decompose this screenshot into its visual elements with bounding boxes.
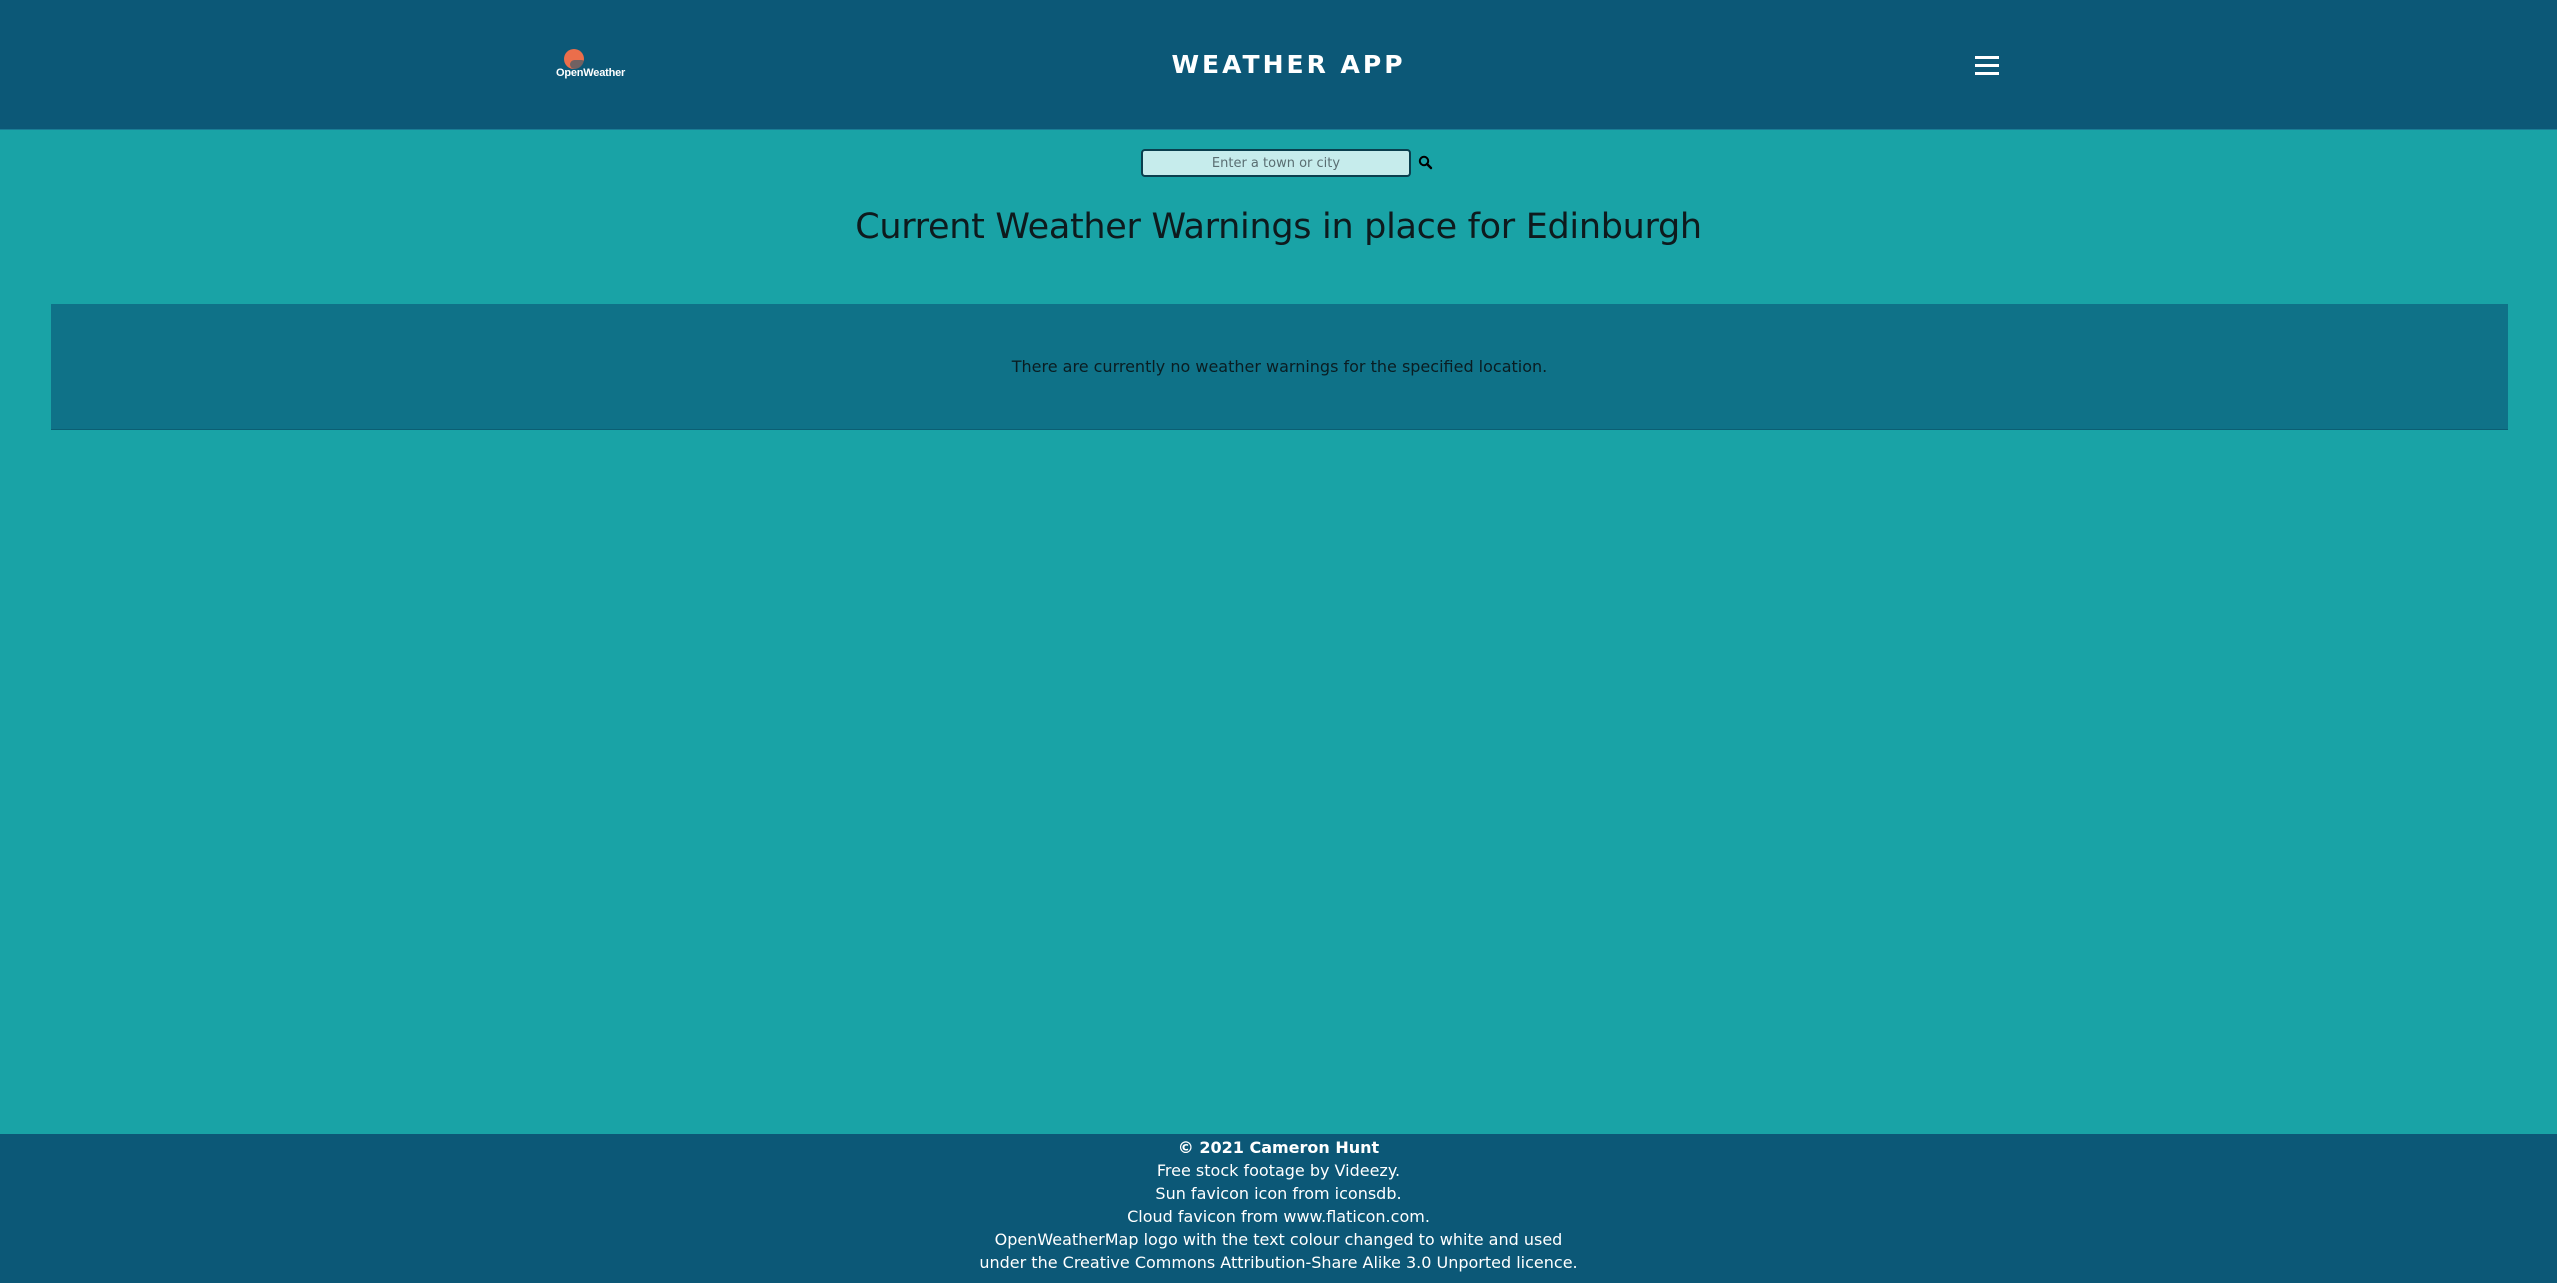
credit-videezy: Free stock footage by Videezy.: [1156, 1161, 1401, 1180]
openweather-logo[interactable]: OpenWeather: [556, 46, 632, 82]
search-form: [1141, 149, 1433, 177]
page-title: Current Weather Warnings in place for Ed…: [855, 207, 1702, 247]
hamburger-menu-icon[interactable]: [1973, 54, 2003, 78]
site-footer: © 2021 Cameron Hunt Free stock footage b…: [0, 1134, 2557, 1283]
credit-licence: under the Creative Commons Attribution-S…: [979, 1253, 1578, 1272]
site-header: OpenWeather WEATHER APP: [0, 0, 2557, 130]
credit-iconsdb: Sun favicon icon from iconsdb.: [1155, 1184, 1402, 1203]
credit-flaticon: Cloud favicon from www.flaticon.com.: [1127, 1207, 1430, 1226]
no-warnings-message: There are currently no weather warnings …: [1011, 357, 1548, 376]
search-icon[interactable]: [1417, 154, 1435, 172]
logo-text: OpenWeather: [556, 67, 626, 79]
credit-openweather-logo: OpenWeatherMap logo with the text colour…: [994, 1230, 1563, 1249]
app-title: WEATHER APP: [1171, 50, 1406, 79]
copyright-text: © 2021 Cameron Hunt: [1177, 1138, 1380, 1157]
warnings-panel: There are currently no weather warnings …: [51, 304, 2508, 430]
search-input[interactable]: [1141, 149, 1411, 177]
